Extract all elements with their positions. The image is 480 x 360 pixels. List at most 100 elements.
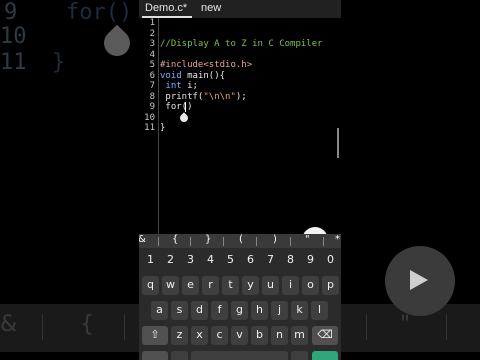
line-number: 4 [149, 49, 155, 60]
key-y[interactable]: y [242, 276, 259, 295]
shift-key[interactable]: ⇧ [142, 326, 168, 345]
symbols-key[interactable] [142, 351, 168, 360]
key-g[interactable]: g [231, 301, 248, 320]
tab-new[interactable]: new [201, 2, 221, 14]
bg-play-icon [385, 246, 455, 316]
code-for: for() [160, 102, 193, 112]
symbol-separator [323, 237, 324, 246]
key-5[interactable]: 5 [222, 251, 239, 270]
symbol-key-open-brace[interactable]: { [172, 234, 178, 245]
key-o[interactable]: o [302, 276, 319, 295]
code-main: void main(){ [160, 71, 225, 81]
code-comment: //Display A to Z in C Compiler [160, 39, 323, 49]
comma-key[interactable] [171, 351, 188, 360]
space-key[interactable] [191, 351, 288, 360]
key-n[interactable]: n [271, 326, 288, 345]
key-b[interactable]: b [251, 326, 268, 345]
cursor-handle-icon[interactable] [178, 112, 190, 124]
code-text: main(){ [181, 70, 226, 81]
key-e[interactable]: e [182, 276, 199, 295]
file-tabs: Demo.c* new [139, 0, 341, 18]
bg-key-quote: " [400, 312, 411, 337]
code-keyword: void [160, 70, 182, 81]
key-u[interactable]: u [262, 276, 279, 295]
key-h[interactable]: h [251, 301, 268, 320]
code-text: ); [235, 91, 247, 102]
code-keyword: int [160, 81, 182, 91]
symbol-key-close-brace[interactable]: } [205, 234, 211, 245]
key-7[interactable]: 7 [262, 251, 279, 270]
key-i[interactable]: i [282, 276, 299, 295]
bg-line-number-11: 11 [0, 50, 27, 75]
code-text: printf( [160, 91, 204, 102]
key-a[interactable]: a [151, 301, 168, 320]
symbol-key-quote[interactable]: " [305, 234, 310, 245]
bg-line-number-10: 10 [0, 24, 27, 49]
symbol-key-open-paren[interactable]: ( [239, 234, 243, 245]
key-0[interactable]: 0 [322, 251, 339, 270]
key-r[interactable]: r [202, 276, 219, 295]
key-t[interactable]: t [222, 276, 239, 295]
period-key[interactable] [291, 351, 308, 360]
code-printf: printf("\n\n"); [160, 91, 247, 102]
symbol-key-asterisk[interactable]: * [335, 234, 340, 245]
key-j[interactable]: j [271, 301, 288, 320]
line-number: 10 [144, 112, 155, 123]
symbol-key-ampersand[interactable]: & [139, 234, 146, 245]
key-v[interactable]: v [231, 326, 248, 345]
key-1[interactable]: 1 [142, 251, 159, 270]
line-number: 6 [149, 70, 155, 81]
key-4[interactable]: 4 [202, 251, 219, 270]
bg-separator [446, 314, 447, 340]
bg-code-brace: } [52, 50, 66, 75]
code-include: #include<stdio.h> [160, 60, 253, 70]
bg-code-for: for() [66, 0, 133, 25]
symbol-separator [256, 237, 257, 246]
key-6[interactable]: 6 [242, 251, 259, 270]
key-8[interactable]: 8 [282, 251, 299, 270]
bg-line-number-9: 9 [4, 0, 18, 25]
gutter-divider [158, 18, 159, 234]
symbol-separator [190, 237, 191, 246]
symbol-separator [223, 237, 224, 246]
key-l[interactable]: l [311, 301, 328, 320]
key-s[interactable]: s [171, 301, 188, 320]
code-text: i; [181, 81, 198, 91]
bg-separator [42, 314, 43, 340]
phone-screen: Demo.c* new 1 2 3 4 5 6 7 8 9 10 11 //Di… [139, 0, 341, 360]
tab-demo-c[interactable]: Demo.c* [145, 2, 187, 14]
line-number: 9 [149, 102, 155, 112]
text-cursor [185, 102, 186, 112]
bg-key-ampersand: & [0, 312, 18, 337]
symbol-separator [158, 237, 159, 246]
key-f[interactable]: f [211, 301, 228, 320]
key-q[interactable]: q [142, 276, 159, 295]
line-number: 2 [149, 28, 155, 39]
line-number: 3 [149, 39, 155, 49]
key-m[interactable]: m [291, 326, 308, 345]
scrollbar[interactable] [337, 128, 339, 158]
key-d[interactable]: d [191, 301, 208, 320]
key-x[interactable]: x [191, 326, 208, 345]
key-z[interactable]: z [171, 326, 188, 345]
key-p[interactable]: p [322, 276, 339, 295]
soft-keyboard: 1 2 3 4 5 6 7 8 9 0 q w e r t y u i o p … [139, 248, 341, 360]
key-3[interactable]: 3 [182, 251, 199, 270]
symbol-bar: & { } ( ) " * [139, 234, 341, 248]
key-9[interactable]: 9 [302, 251, 319, 270]
enter-key[interactable] [312, 351, 338, 360]
backspace-key[interactable]: ⌫ [312, 326, 338, 345]
bg-separator [366, 314, 367, 340]
bg-key-open-brace: { [80, 312, 94, 337]
line-number: 8 [149, 91, 155, 102]
key-k[interactable]: k [291, 301, 308, 320]
code-declaration: int i; [160, 81, 198, 91]
code-string: "\n\n" [203, 91, 236, 102]
key-w[interactable]: w [162, 276, 179, 295]
key-2[interactable]: 2 [162, 251, 179, 270]
key-c[interactable]: c [211, 326, 228, 345]
line-number: 5 [149, 60, 155, 70]
symbol-key-close-paren[interactable]: ) [273, 234, 277, 245]
code-editor[interactable]: 1 2 3 4 5 6 7 8 9 10 11 //Display A to Z… [139, 18, 341, 253]
line-number: 11 [144, 123, 155, 133]
